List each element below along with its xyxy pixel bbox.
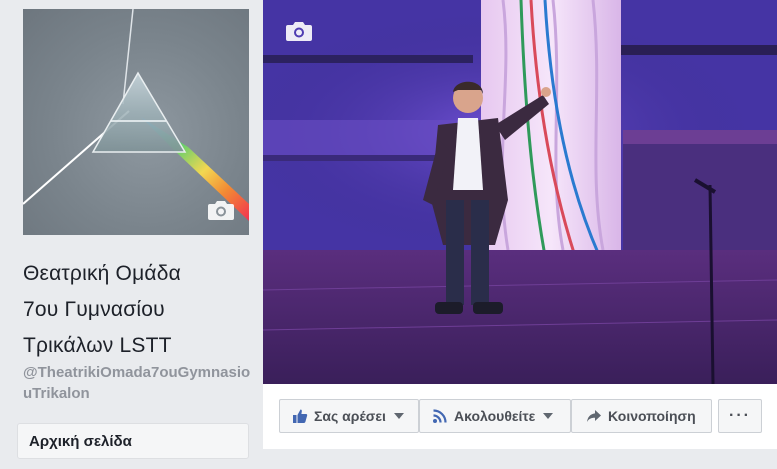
share-arrow-icon <box>586 408 602 424</box>
like-button-label: Σας αρέσει <box>314 408 386 424</box>
more-options-button[interactable]: ··· <box>718 399 762 433</box>
thumbs-up-icon <box>292 408 308 424</box>
follow-button[interactable]: Ακολουθείτε <box>419 399 571 433</box>
chevron-down-icon <box>543 413 554 419</box>
chevron-down-icon <box>393 413 404 419</box>
like-button[interactable]: Σας αρέσει <box>279 399 419 433</box>
nav-item-home[interactable]: Αρχική σελίδα <box>17 423 249 459</box>
camera-icon[interactable] <box>285 20 313 42</box>
page-title-line: 7ου Γυμνασίου <box>23 298 165 321</box>
page-action-bar: Σας αρέσει Ακολουθείτε Κοινοποίηση ··· <box>263 384 777 450</box>
cover-photo[interactable] <box>263 0 777 384</box>
stage-photo <box>263 0 777 384</box>
page-title-line: Θεατρική Ομάδα <box>23 262 181 285</box>
page-title-line: Τρικάλων LSTT <box>23 334 172 357</box>
share-button[interactable]: Κοινοποίηση <box>571 399 712 433</box>
share-button-label: Κοινοποίηση <box>608 408 696 424</box>
rss-icon <box>432 408 448 424</box>
page-username[interactable]: @TheatrikiOmada7ouGymnasiouTrikalon <box>23 362 253 404</box>
follow-button-label: Ακολουθείτε <box>454 408 536 424</box>
page-title: Θεατρική Ομάδα 7ου Γυμνασίου Τρικάλων LS… <box>23 256 253 364</box>
left-column: Θεατρική Ομάδα 7ου Γυμνασίου Τρικάλων LS… <box>0 0 262 469</box>
camera-icon[interactable] <box>207 199 235 221</box>
page-background <box>263 449 777 469</box>
profile-picture[interactable] <box>23 9 249 235</box>
